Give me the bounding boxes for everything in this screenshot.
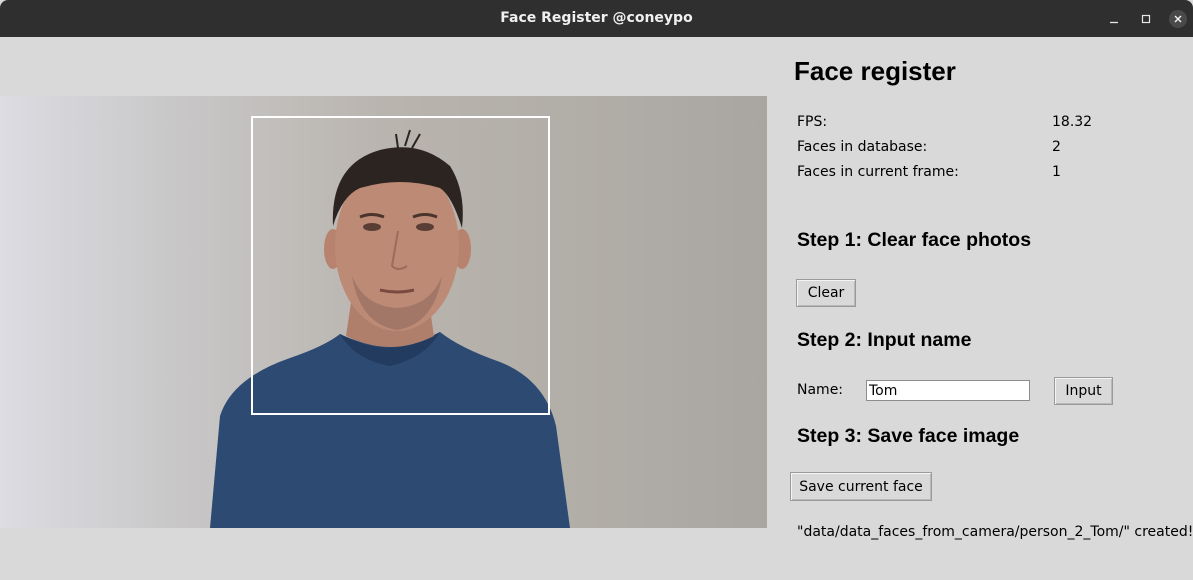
name-label: Name: — [797, 382, 844, 398]
camera-view — [0, 96, 767, 528]
panel-title: Face register — [794, 56, 956, 86]
face-detection-box — [251, 116, 550, 415]
clear-button[interactable]: Clear — [796, 279, 856, 307]
title-bar[interactable]: Face Register @coneypo — [0, 0, 1193, 37]
name-input[interactable] — [866, 380, 1030, 401]
window-title: Face Register @coneypo — [500, 10, 693, 26]
faces-in-frame-value: 1 — [1052, 164, 1061, 180]
step3-heading: Step 3: Save face image — [797, 425, 1020, 447]
minimize-icon — [1110, 21, 1118, 24]
minimize-button[interactable] — [1103, 8, 1125, 30]
step1-heading: Step 1: Clear face photos — [797, 229, 1032, 251]
save-current-face-button[interactable]: Save current face — [790, 472, 932, 501]
close-button[interactable] — [1167, 8, 1189, 30]
maximize-button[interactable] — [1135, 8, 1157, 30]
close-icon — [1174, 15, 1182, 23]
fps-value: 18.32 — [1052, 114, 1093, 130]
input-button[interactable]: Input — [1054, 377, 1113, 405]
faces-in-frame-label: Faces in current frame: — [797, 164, 959, 180]
step2-heading: Step 2: Input name — [797, 329, 972, 351]
fps-label: FPS: — [797, 114, 828, 130]
status-message: "data/data_faces_from_camera/person_2_To… — [797, 524, 1193, 540]
faces-in-database-value: 2 — [1052, 139, 1061, 155]
close-button-bg — [1169, 10, 1187, 28]
maximize-icon — [1141, 14, 1151, 24]
app-window: Face Register @coneypo Face register FPS… — [0, 0, 1193, 580]
faces-in-database-label: Faces in database: — [797, 139, 928, 155]
